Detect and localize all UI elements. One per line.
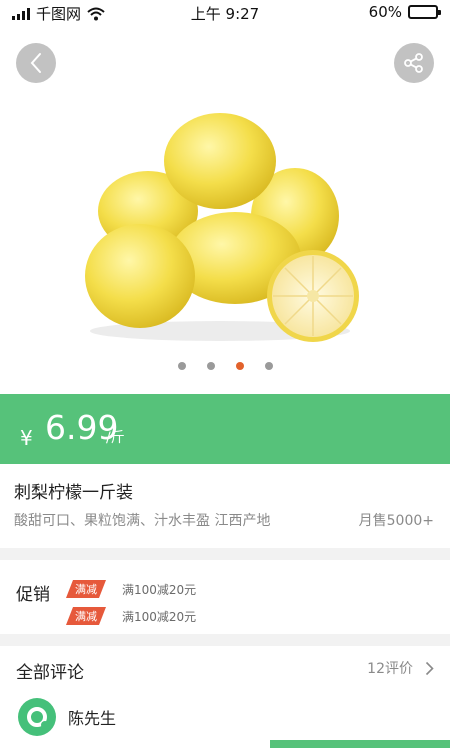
carousel-dot[interactable] <box>264 362 273 370</box>
battery-icon <box>408 5 441 19</box>
product-hero <box>0 26 450 394</box>
view-all-reviews-link[interactable]: 12评价 <box>367 658 434 678</box>
promotion-tag: 满减 <box>66 607 106 625</box>
promotion-tag: 满减 <box>66 580 106 598</box>
carousel-dot[interactable] <box>206 362 215 370</box>
chevron-left-icon <box>30 53 41 73</box>
price-band: ¥ 6.99 /斤 <box>0 394 450 464</box>
back-button[interactable] <box>16 43 56 83</box>
price-unit: /斤 <box>106 430 125 446</box>
battery-percent: 60% <box>368 3 402 21</box>
review-count: 12评价 <box>367 661 413 677</box>
promotion-section[interactable]: 促销 满减 满100减20元 满减 满100减20元 <box>0 560 450 634</box>
chevron-right-icon <box>425 661 434 675</box>
promotion-item: 满减 满100减20元 <box>66 580 196 598</box>
product-image[interactable] <box>80 106 370 346</box>
avatar <box>18 698 56 736</box>
status-right: 60% <box>368 3 441 21</box>
carousel-dot[interactable] <box>235 362 244 370</box>
carousel-dot[interactable] <box>177 362 186 370</box>
promotion-text: 满100减20元 <box>122 582 197 597</box>
reviews-section: 全部评论 12评价 陈先生 <box>0 646 450 748</box>
share-button[interactable] <box>394 43 434 83</box>
share-icon <box>404 53 423 73</box>
reviewer-name: 陈先生 <box>68 709 117 728</box>
price-currency: ¥ <box>20 426 33 450</box>
reviews-title: 全部评论 <box>16 663 84 683</box>
promotion-text: 满100减20元 <box>122 609 197 624</box>
section-divider <box>0 634 450 646</box>
monthly-sales: 月售5000+ <box>358 513 434 529</box>
product-name: 刺梨柠檬一斤装 <box>14 483 133 503</box>
status-bar: 千图网 上午 9:27 60% <box>0 0 450 26</box>
product-info: 刺梨柠檬一斤装 酸甜可口、果粒饱满、汁水丰盈 江西产地 月售5000+ <box>0 464 450 548</box>
section-divider <box>0 548 450 560</box>
carousel-indicator <box>0 362 450 370</box>
promotion-item: 满减 满100减20元 <box>66 607 196 625</box>
product-description: 酸甜可口、果粒饱满、汁水丰盈 江西产地 <box>14 513 271 529</box>
review-item[interactable]: 陈先生 <box>18 698 116 736</box>
bottom-action-bar[interactable] <box>270 740 450 748</box>
promotion-label: 促销 <box>16 585 50 605</box>
